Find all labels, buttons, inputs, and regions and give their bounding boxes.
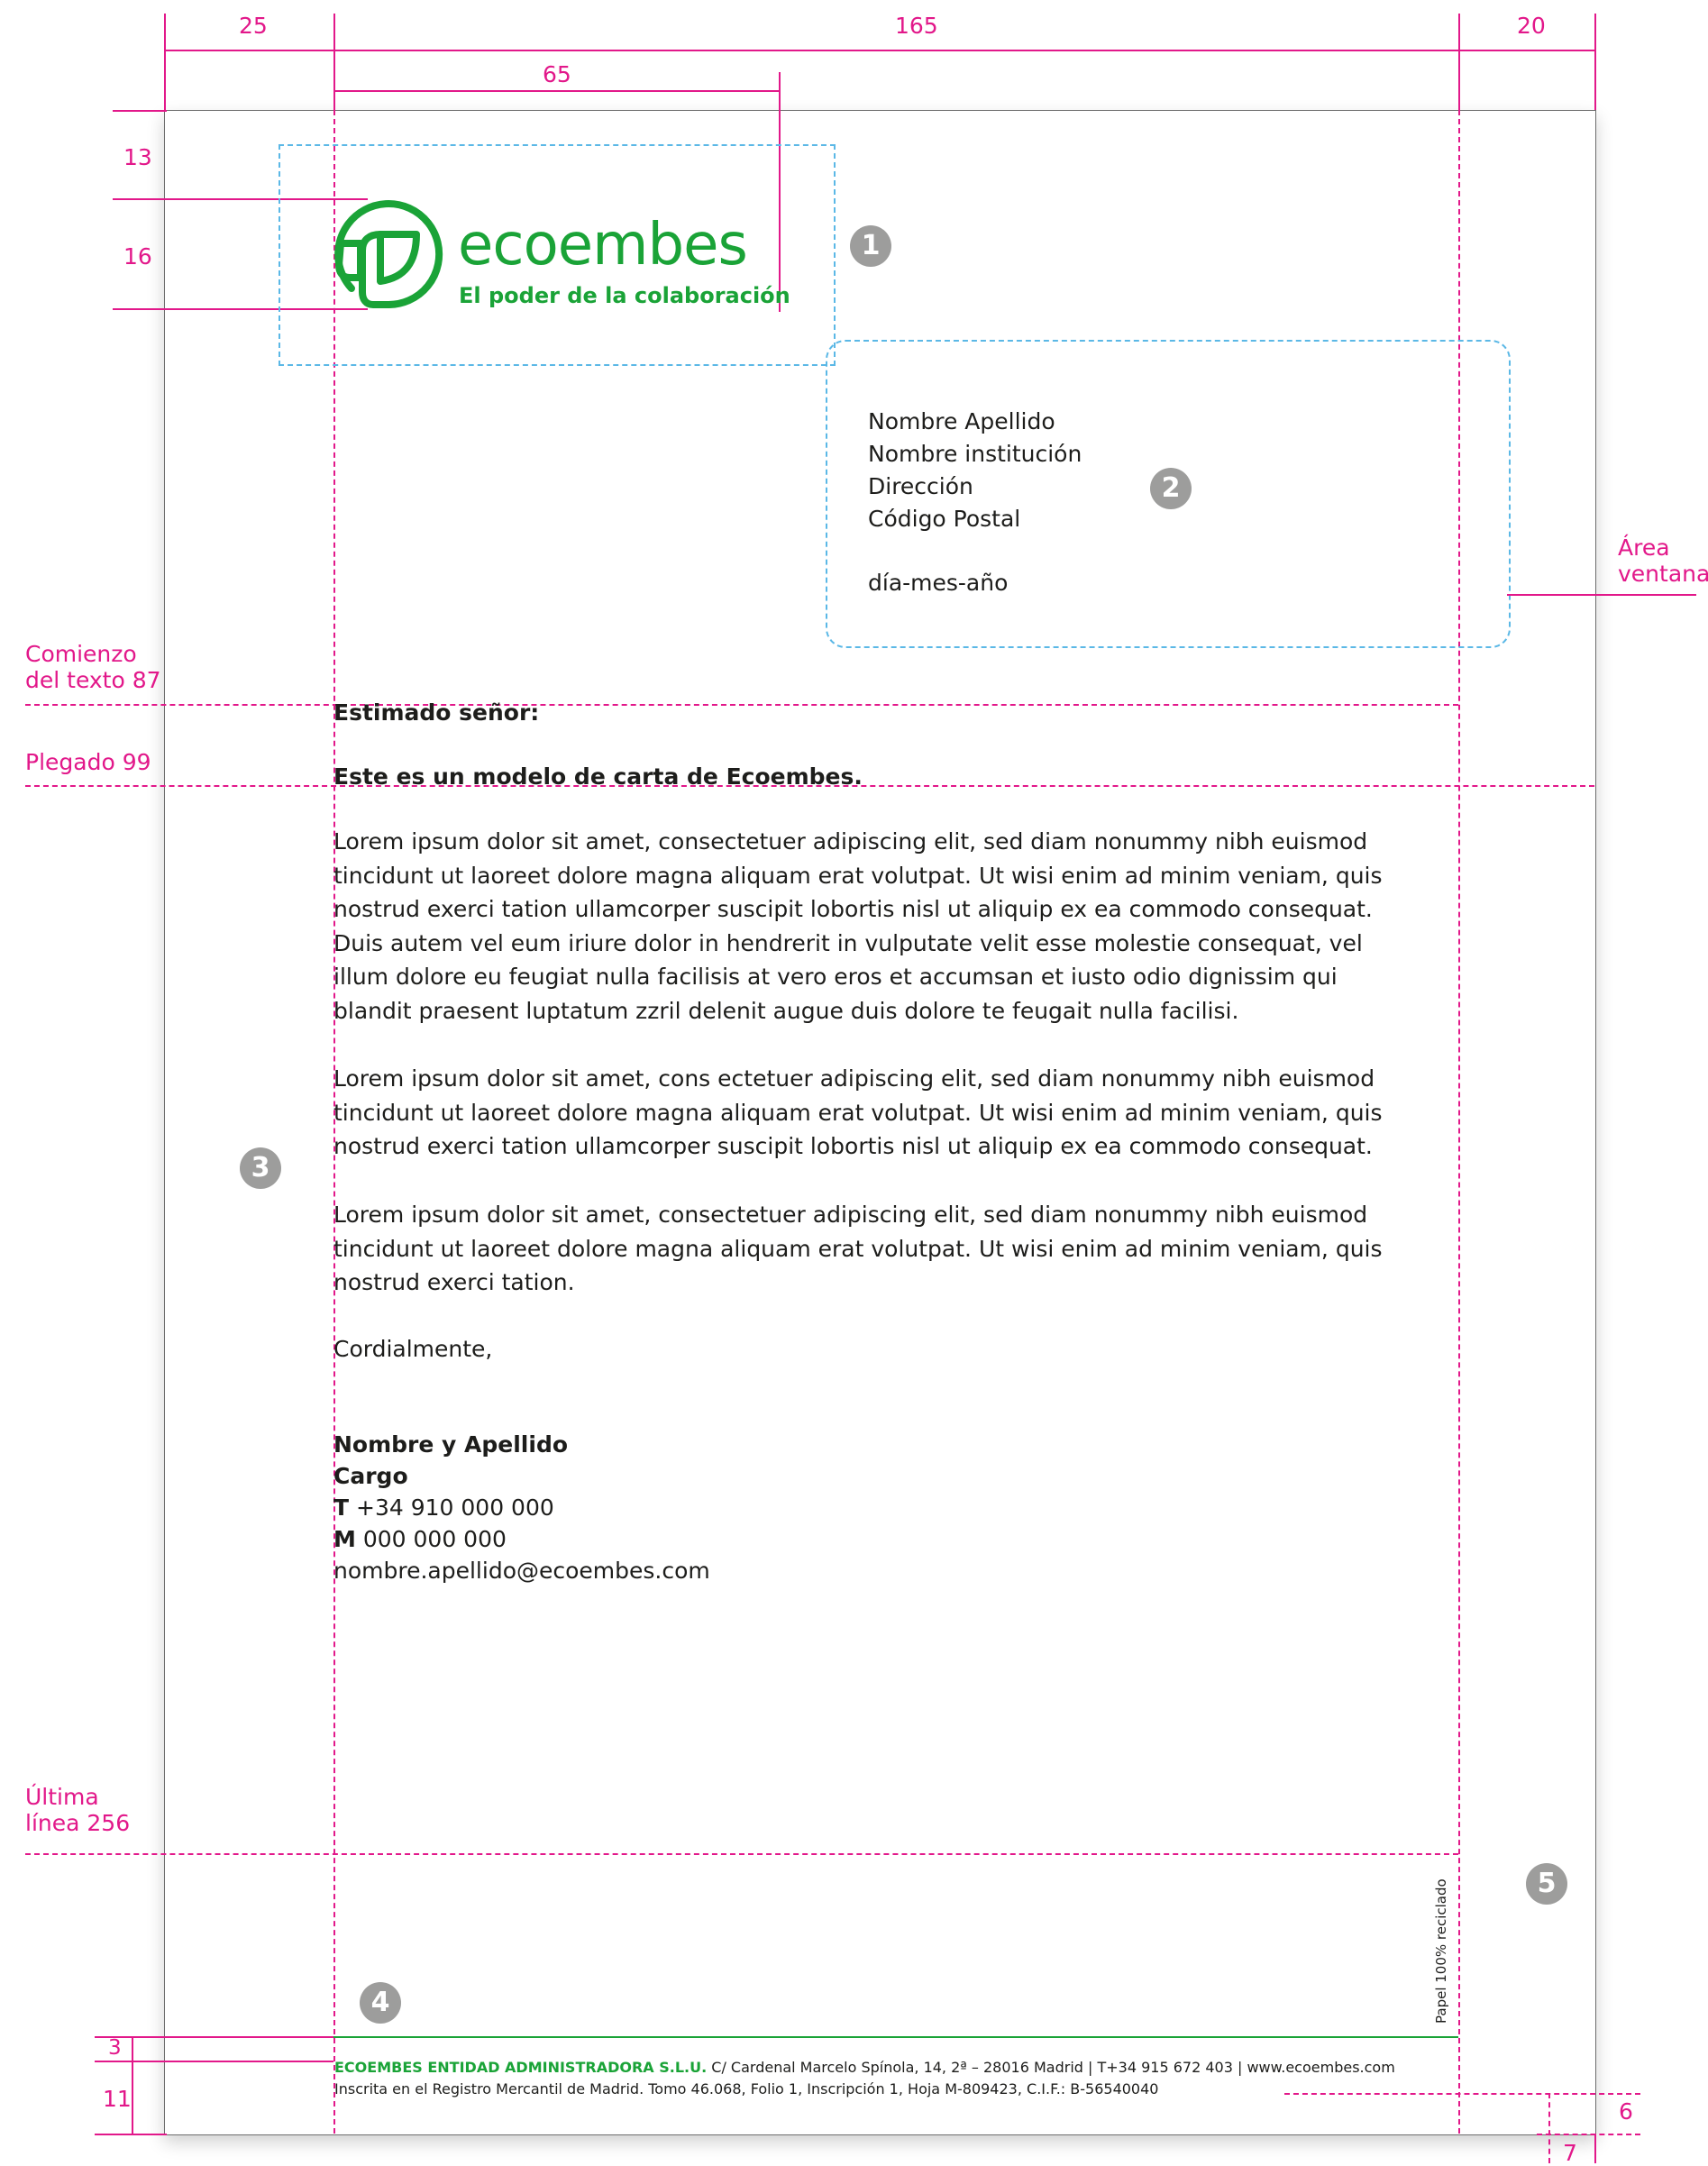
letter-subject: Este es un modelo de carta de Ecoembes. — [333, 763, 863, 790]
dim-line-page-bottom — [95, 2134, 167, 2135]
marker-3: 3 — [240, 1147, 281, 1189]
label-window-2: ventana — [1618, 561, 1708, 587]
dim-tick-text-start — [333, 14, 335, 110]
footer-rule — [333, 2036, 1458, 2038]
dim-line-logo — [335, 90, 780, 92]
marker-4: 4 — [360, 1982, 401, 2024]
dim-footer-rule: 3 — [108, 2036, 122, 2060]
footer-line-1: ECOEMBES ENTIDAD ADMINISTRADORA S.L.U. C… — [334, 2057, 1395, 2079]
ecoembes-logo: ecoembes El poder de la colaboración — [333, 198, 790, 310]
label-window-1: Área — [1618, 535, 1670, 561]
label-text-start-2: del texto 87 — [25, 667, 161, 693]
label-text-start-1: Comienzo — [25, 641, 137, 667]
recycled-paper-note: Papel 100% reciclado — [1433, 1878, 1449, 2024]
dim-line-top — [164, 50, 1594, 51]
dim-logo-height: 16 — [123, 243, 152, 270]
signature-position: Cargo — [333, 1463, 408, 1489]
dim-bottom: 7 — [1563, 2140, 1577, 2166]
label-last-line-2: línea 256 — [25, 1810, 131, 1836]
dim-line-footer-rule-bottom — [95, 2061, 333, 2062]
dim-line-page-top — [113, 110, 167, 112]
guide-last-line — [25, 1853, 1458, 1855]
logo-wordmark: ecoembes — [458, 212, 748, 279]
signature-phone: T +34 910 000 000 — [333, 1492, 1415, 1523]
phone-number: +34 910 000 000 — [356, 1494, 554, 1521]
signature-email: nombre.apellido@ecoembes.com — [333, 1558, 710, 1584]
dim-left-margin: 25 — [239, 13, 268, 39]
footer-registry: Inscrita en el Registro Mercantil de Mad… — [334, 2080, 1159, 2097]
letter-paragraph-3: Lorem ipsum dolor sit amet, consectetuer… — [333, 1202, 1383, 1295]
dim-line-footer-right-bottom — [1537, 2134, 1640, 2135]
mobile-number: 000 000 000 — [362, 1526, 507, 1552]
dim-footer-right: 6 — [1619, 2098, 1633, 2125]
marker-5: 5 — [1526, 1863, 1567, 1905]
label-last-line-1: Última — [25, 1784, 99, 1810]
label-fold: Plegado 99 — [25, 749, 151, 775]
footer-address: C/ Cardenal Marcelo Spínola, 14, 2ª – 28… — [711, 2059, 1395, 2076]
dim-logo-top: 13 — [123, 144, 152, 170]
marker-2: 2 — [1150, 468, 1192, 509]
mobile-label: M — [333, 1526, 356, 1552]
address-street: Dirección — [868, 473, 973, 499]
dim-tick-right-edge — [1594, 14, 1596, 110]
dim-tick-text-end — [1458, 14, 1460, 110]
dim-tick-recycled — [1548, 2093, 1550, 2163]
signature-name: Nombre y Apellido — [333, 1431, 569, 1458]
signature-mobile: M 000 000 000 — [333, 1523, 1415, 1555]
address-postal-code: Código Postal — [868, 506, 1021, 532]
dim-logo-width: 65 — [543, 61, 571, 87]
dim-footer-height: 11 — [103, 2086, 132, 2112]
window-label-leader — [1507, 594, 1696, 596]
dim-line-footer-rule-top — [95, 2036, 333, 2038]
dim-tick-left-edge — [164, 14, 166, 110]
letter-paragraph-1: Lorem ipsum dolor sit amet, consectetuer… — [333, 828, 1383, 1024]
address-institution: Nombre institución — [868, 441, 1082, 467]
marker-1: 1 — [850, 225, 891, 267]
dim-tick-bottom-right — [1594, 2134, 1596, 2163]
dim-tick-footer — [132, 2036, 133, 2134]
dim-text-width: 165 — [895, 13, 938, 39]
letter-closing: Cordialmente, — [333, 1336, 493, 1362]
dim-line-footer-right — [1284, 2093, 1640, 2095]
letter-greeting: Estimado señor: — [333, 699, 540, 726]
letter-paragraph-2: Lorem ipsum dolor sit amet, cons ectetue… — [333, 1065, 1383, 1159]
address-date: día-mes-año — [868, 570, 1009, 596]
footer-company: ECOEMBES ENTIDAD ADMINISTRADORA S.L.U. — [334, 2059, 708, 2076]
phone-label: T — [333, 1494, 350, 1521]
leaf-logo-icon — [334, 200, 443, 308]
dim-right-margin: 20 — [1517, 13, 1546, 39]
address-name: Nombre Apellido — [868, 408, 1055, 434]
logo-tagline: El poder de la colaboración — [459, 283, 790, 308]
